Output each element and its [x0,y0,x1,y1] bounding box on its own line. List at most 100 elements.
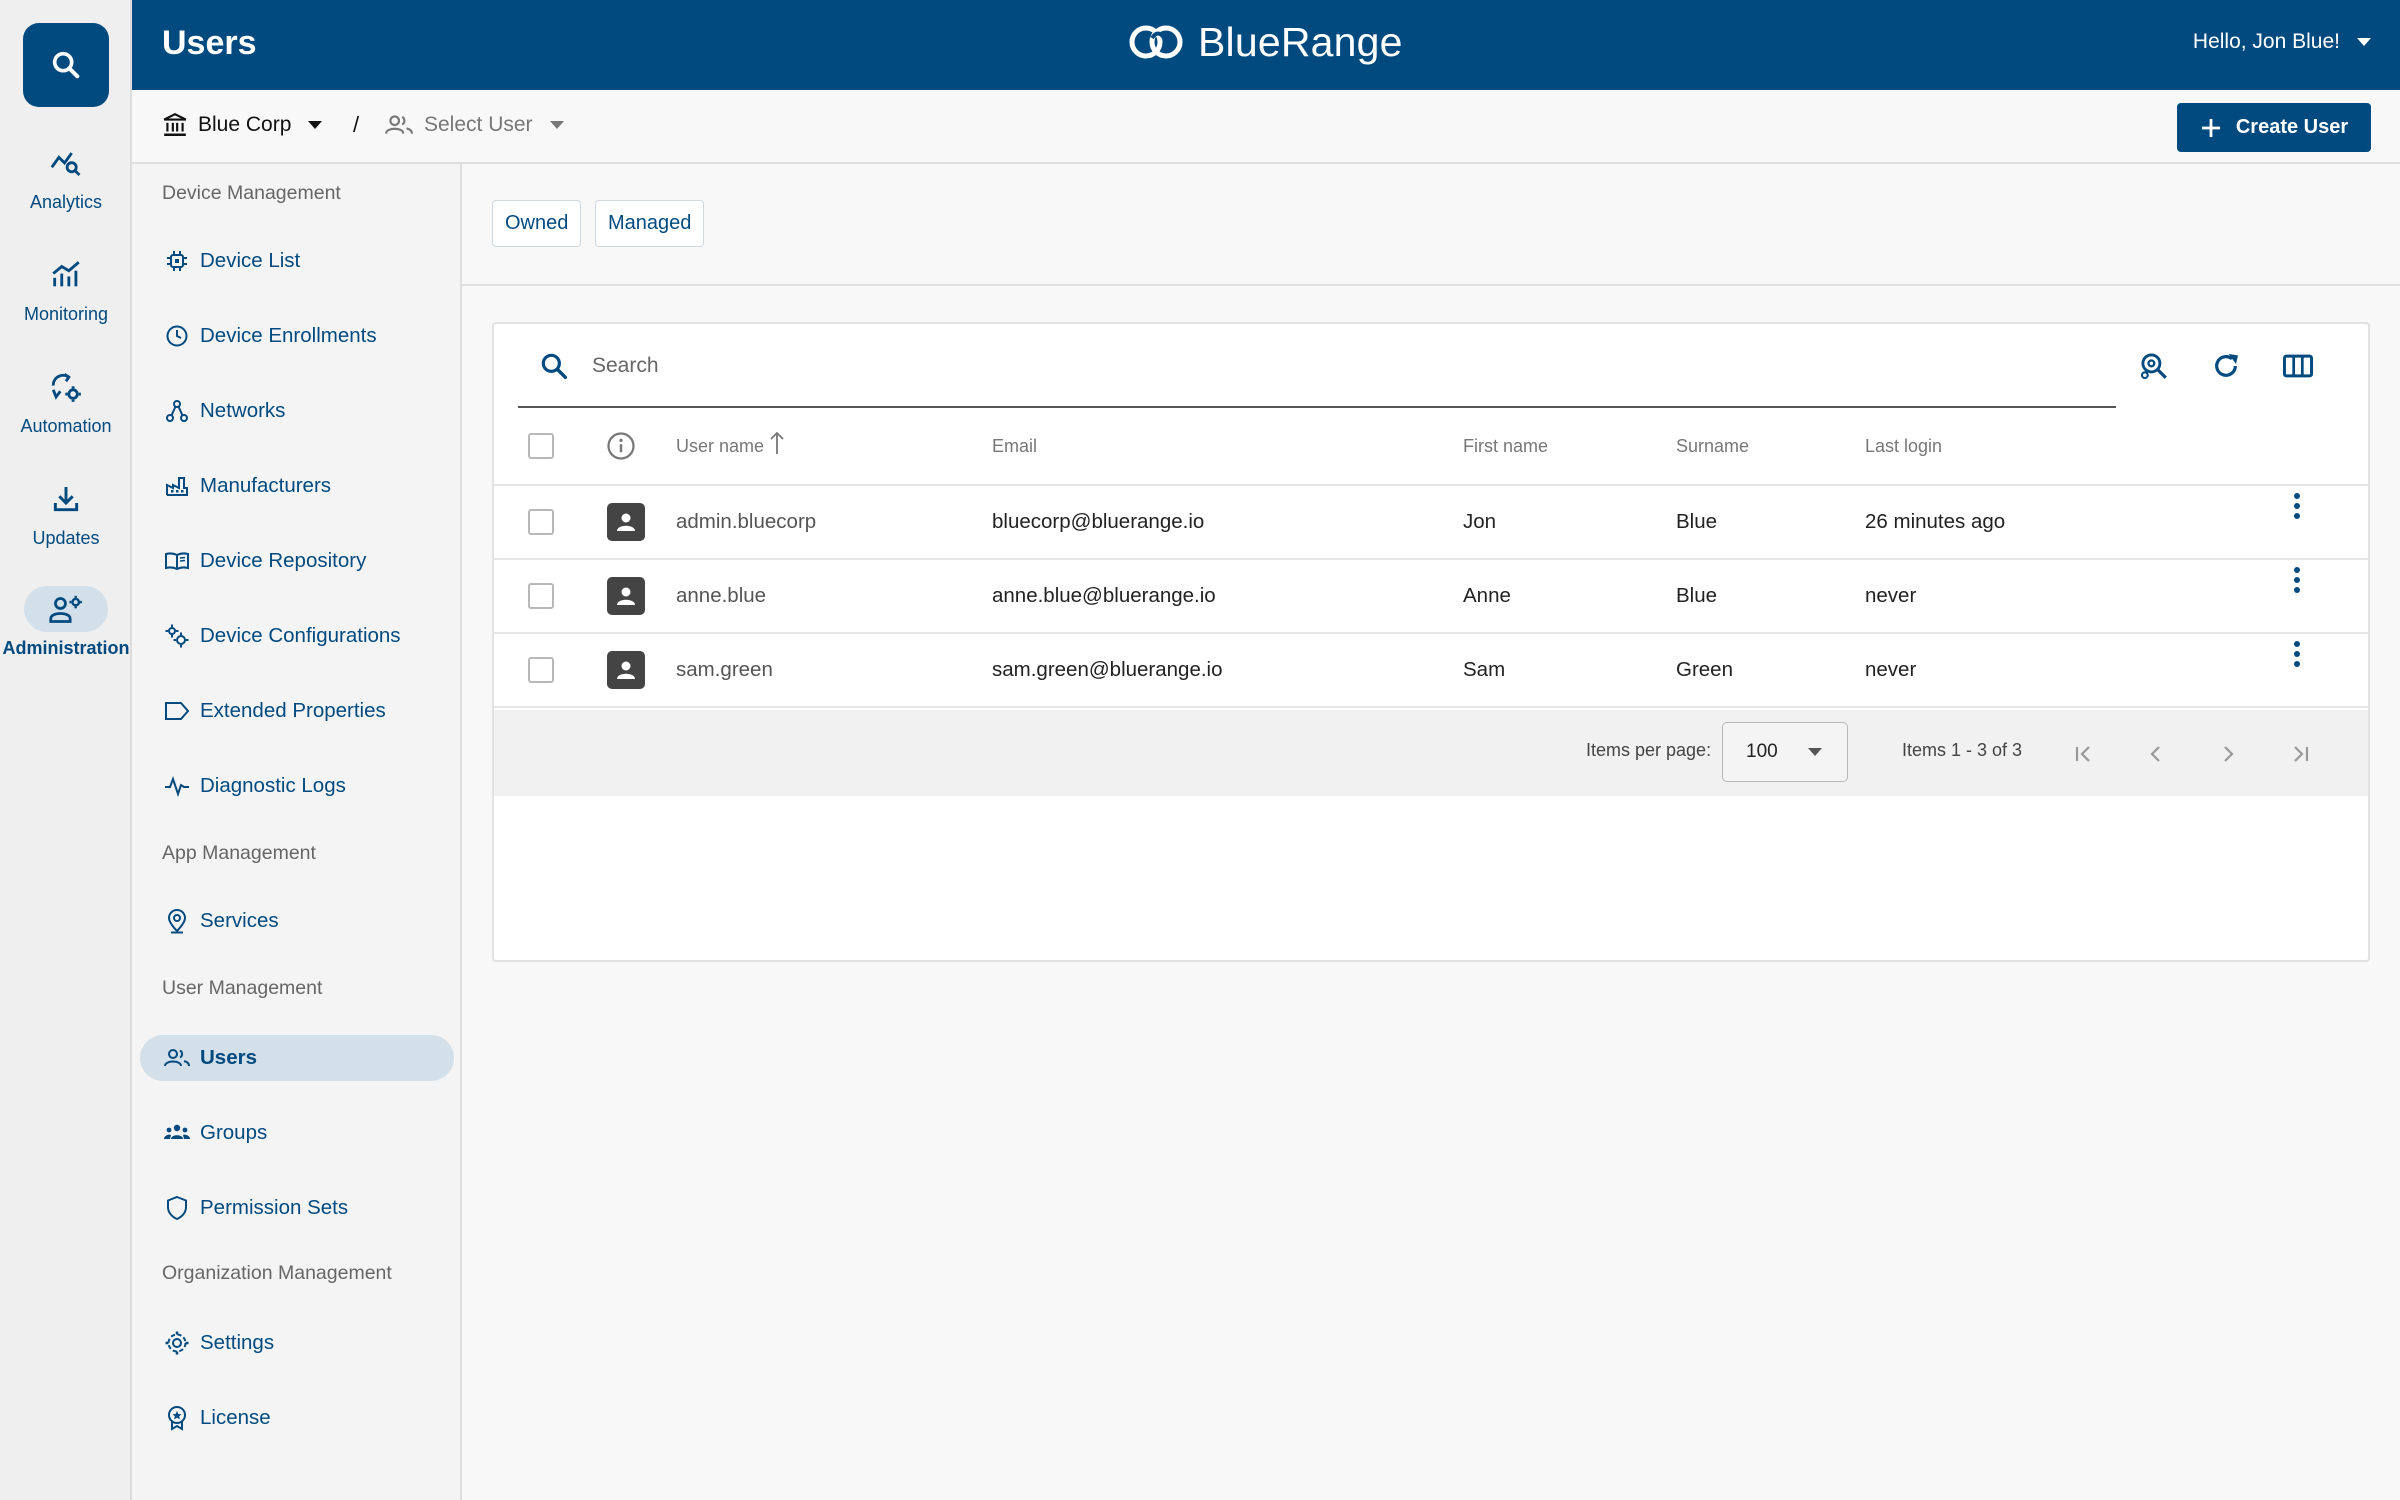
rail-item-monitoring[interactable]: Monitoring [0,252,132,325]
next-page-button[interactable] [2208,734,2248,774]
column-header-first-name[interactable]: First name [1463,408,1548,484]
row-checkbox[interactable] [528,509,554,535]
row-checkbox[interactable] [528,657,554,683]
rail-item-updates[interactable]: Updates [0,476,132,549]
rail-label-monitoring: Monitoring [23,304,109,324]
row-avatar-cell [607,486,645,558]
row-actions-button[interactable] [2282,634,2312,674]
section-device-management: Device Management [162,182,341,204]
last-page-icon [2288,742,2312,766]
create-user-button[interactable]: Create User [2177,103,2371,152]
rail-label-automation: Automation [20,416,112,436]
user-avatar-icon [607,503,645,541]
first-page-icon [2072,742,2096,766]
rail-item-administration[interactable]: Administration [0,586,132,659]
search-row [494,324,2368,408]
section-app-management: App Management [162,842,316,864]
shield-icon [163,1194,191,1222]
row-actions-button[interactable] [2282,560,2312,600]
user-avatar-icon [607,651,645,689]
search-icon [538,350,570,382]
caret-down-icon [2356,37,2372,47]
sidebar-item-networks[interactable]: Networks [140,388,454,434]
sidebar-item-label: Groups [200,1121,268,1144]
rail-item-automation[interactable]: Automation [0,364,132,437]
caret-down-icon [549,120,565,130]
gear-icon [163,1329,191,1357]
column-header-last-login[interactable]: Last login [1865,408,1942,484]
managed-filter-chip[interactable]: Managed [595,200,705,247]
table-row[interactable]: sam.green sam.green@bluerange.io Sam Gre… [494,634,2368,708]
sidebar-item-services[interactable]: Services [140,898,454,944]
sidebar-item-label: Services [200,909,279,932]
row-select-cell [528,634,554,706]
table-row[interactable]: anne.blue anne.blue@bluerange.io Anne Bl… [494,560,2368,634]
sidebar-item-extended-properties[interactable]: Extended Properties [140,688,454,734]
row-select-cell [528,560,554,632]
sidebar-item-device-configurations[interactable]: Device Configurations [140,613,454,659]
table-row[interactable]: admin.bluecorp bluecorp@bluerange.io Jon… [494,486,2368,560]
last-page-button[interactable] [2280,734,2320,774]
sidebar-item-manufacturers[interactable]: Manufacturers [140,463,454,509]
cell-last-login: never [1865,658,1917,681]
sidebar-item-groups[interactable]: Groups [140,1110,454,1156]
sidebar-item-permission-sets[interactable]: Permission Sets [140,1185,454,1231]
sidebar-item-license[interactable]: License [140,1395,454,1441]
logo-text: BlueRange [1198,18,1403,65]
sidebar-item-device-list[interactable]: Device List [140,238,454,284]
column-header-surname[interactable]: Surname [1676,408,1749,484]
factory-icon [163,472,191,500]
organization-select[interactable]: Blue Corp [162,112,323,138]
groups-icon [163,1119,191,1147]
sidebar-item-label: Extended Properties [200,699,386,722]
refresh-button[interactable] [2206,346,2246,386]
network-icon [163,397,191,425]
cell-email: sam.green@bluerange.io [992,658,1223,681]
sidebar-item-settings[interactable]: Settings [140,1320,454,1366]
cell-username: sam.green [676,658,773,681]
chevron-right-icon [2216,742,2240,766]
column-header-email[interactable]: Email [992,408,1037,484]
select-all-cell [528,408,554,484]
badge-icon [163,1404,191,1432]
sidebar-item-label: Device List [200,249,301,272]
breadcrumb-separator: / [353,112,360,137]
nav-rail: Analytics Monitoring Automation Updates … [0,0,132,1500]
refresh-icon [2210,350,2242,382]
column-header-username[interactable]: User name [676,408,786,484]
row-checkbox[interactable] [528,583,554,609]
context-toolbar: Blue Corp / Select User Create User [132,90,2400,164]
rail-item-analytics[interactable]: Analytics [0,140,132,213]
sidebar-item-label: Settings [200,1331,275,1354]
user-menu[interactable]: Hello, Jon Blue! [2193,30,2372,54]
row-actions-button[interactable] [2282,486,2312,526]
select-all-checkbox[interactable] [528,433,554,459]
cell-last-login: 26 minutes ago [1865,510,2006,533]
sidebar-item-label: Users [200,1046,257,1069]
search-input[interactable] [592,344,2092,388]
organization-icon [162,112,188,138]
sidebar-item-diagnostic-logs[interactable]: Diagnostic Logs [140,763,454,809]
page-title: Users [162,24,257,62]
previous-page-button[interactable] [2136,734,2176,774]
items-per-page-select[interactable]: 100 [1722,722,1848,782]
gears-icon [163,622,191,650]
analytics-icon [24,140,108,186]
sidebar-item-users[interactable]: Users [140,1035,454,1081]
sidebar-item-device-enrollments[interactable]: Device Enrollments [140,313,454,359]
items-per-page-value: 100 [1746,741,1778,762]
owned-filter-chip[interactable]: Owned [492,200,582,247]
search-icon [49,48,83,82]
global-search-button[interactable] [23,23,109,107]
row-avatar-cell [607,634,645,706]
create-user-label: Create User [2235,116,2349,138]
caret-down-icon [307,120,323,130]
user-select[interactable]: Select User [384,112,565,138]
cell-username: admin.bluecorp [676,510,817,533]
advanced-search-button[interactable] [2134,346,2174,386]
user-avatar-icon [607,577,645,615]
columns-button[interactable] [2278,346,2318,386]
first-page-button[interactable] [2064,734,2104,774]
sidebar-item-device-repository[interactable]: Device Repository [140,538,454,584]
brand-logo: BlueRange [1128,18,1403,66]
